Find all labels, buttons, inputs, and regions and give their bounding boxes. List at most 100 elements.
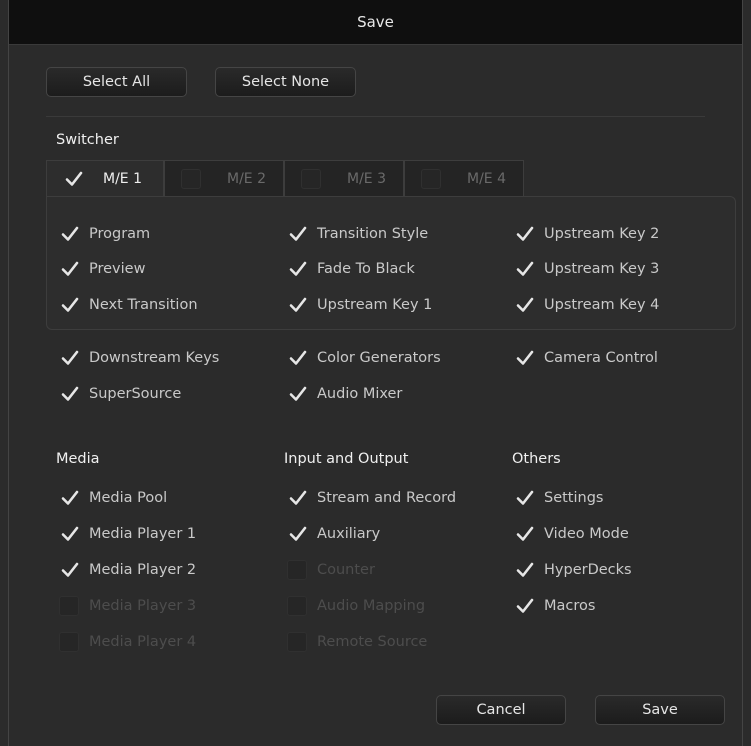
option-label: Settings (544, 490, 604, 506)
option-label: SuperSource (89, 386, 182, 402)
checkbox[interactable] (514, 224, 534, 244)
checkmark-icon (289, 490, 307, 505)
me1-checkbox[interactable] (63, 169, 83, 189)
checkbox[interactable] (59, 224, 79, 244)
option-label: Macros (544, 598, 596, 614)
option-label: Counter (317, 562, 375, 578)
checkmark-icon (61, 562, 79, 577)
cancel-button[interactable]: Cancel (436, 695, 566, 725)
checkmark-icon (61, 526, 79, 541)
checkbox[interactable] (59, 295, 79, 315)
io-section-title: Input and Output (284, 451, 409, 467)
me-tabs: M/E 1 M/E 2 M/E 3 M/E 4 (46, 160, 526, 197)
option-label: HyperDecks (544, 562, 632, 578)
select-all-button[interactable]: Select All (46, 67, 187, 97)
option-label: Fade To Black (317, 261, 415, 277)
title-bar: Save (9, 0, 742, 45)
checkbox[interactable] (514, 560, 534, 580)
option-label: Media Player 1 (89, 526, 197, 542)
checkmark-icon (289, 297, 307, 312)
option-label: Upstream Key 2 (544, 226, 660, 242)
checkmark-icon (289, 386, 307, 401)
option-label: Transition Style (317, 226, 429, 242)
tab-me1[interactable]: M/E 1 (46, 160, 164, 197)
save-button[interactable]: Save (595, 695, 725, 725)
tab-label: M/E 4 (467, 171, 506, 187)
checkmark-icon (289, 261, 307, 276)
checkmark-icon (516, 598, 534, 613)
checkmark-icon (289, 226, 307, 241)
checkmark-icon (61, 297, 79, 312)
checkmark-icon (516, 526, 534, 541)
checkbox[interactable] (59, 524, 79, 544)
checkmark-icon (516, 226, 534, 241)
me4-checkbox[interactable] (421, 169, 441, 189)
checkmark-icon (61, 490, 79, 505)
tab-me3[interactable]: M/E 3 (284, 160, 404, 197)
dialog-title: Save (357, 13, 394, 31)
checkmark-icon (289, 526, 307, 541)
checkbox (287, 632, 307, 652)
checkbox (59, 632, 79, 652)
checkbox[interactable] (59, 259, 79, 279)
checkmark-icon (516, 261, 534, 276)
checkmark-icon (61, 226, 79, 241)
checkbox[interactable] (287, 259, 307, 279)
checkbox[interactable] (514, 524, 534, 544)
option-label: Media Pool (89, 490, 168, 506)
tab-label: M/E 3 (347, 171, 386, 187)
checkbox[interactable] (287, 295, 307, 315)
option-label: Stream and Record (317, 490, 457, 506)
checkmark-icon (289, 350, 307, 365)
option-label: Program (89, 226, 151, 242)
tab-label: M/E 2 (227, 171, 266, 187)
checkbox (59, 596, 79, 616)
me2-checkbox[interactable] (181, 169, 201, 189)
checkmark-icon (61, 386, 79, 401)
checkbox[interactable] (287, 488, 307, 508)
checkbox[interactable] (514, 596, 534, 616)
checkbox[interactable] (287, 384, 307, 404)
tab-me2[interactable]: M/E 2 (164, 160, 284, 197)
option-label: Video Mode (544, 526, 629, 542)
option-label: Auxiliary (317, 526, 381, 542)
checkbox[interactable] (514, 348, 534, 368)
option-label: Camera Control (544, 350, 658, 366)
checkmark-icon (61, 350, 79, 365)
divider (46, 116, 705, 117)
option-label: Downstream Keys (89, 350, 220, 366)
select-none-button[interactable]: Select None (215, 67, 356, 97)
checkmark-icon (516, 562, 534, 577)
option-label: Media Player 4 (89, 634, 197, 650)
checkbox[interactable] (287, 524, 307, 544)
checkmark-icon (516, 350, 534, 365)
option-label: Media Player 2 (89, 562, 197, 578)
checkbox (287, 560, 307, 580)
checkbox[interactable] (59, 384, 79, 404)
checkmark-icon (516, 297, 534, 312)
option-label: Upstream Key 4 (544, 297, 660, 313)
checkbox[interactable] (287, 224, 307, 244)
checkmark-icon (516, 490, 534, 505)
option-label: Color Generators (317, 350, 441, 366)
option-label: Remote Source (317, 634, 428, 650)
option-label: Upstream Key 1 (317, 297, 433, 313)
me3-checkbox[interactable] (301, 169, 321, 189)
checkbox[interactable] (287, 348, 307, 368)
tab-me4[interactable]: M/E 4 (404, 160, 524, 197)
option-label: Upstream Key 3 (544, 261, 660, 277)
media-section-title: Media (56, 451, 100, 467)
option-label: Audio Mapping (317, 598, 426, 614)
checkbox[interactable] (59, 560, 79, 580)
save-dialog: Save Select All Select None Switcher M/E… (8, 0, 743, 746)
switcher-section-title: Switcher (56, 132, 119, 148)
checkbox (287, 596, 307, 616)
checkbox[interactable] (514, 259, 534, 279)
checkbox[interactable] (514, 295, 534, 315)
checkmark-icon (65, 171, 83, 186)
checkbox[interactable] (59, 348, 79, 368)
checkbox[interactable] (514, 488, 534, 508)
others-section-title: Others (512, 451, 561, 467)
checkbox[interactable] (59, 488, 79, 508)
checkmark-icon (61, 261, 79, 276)
